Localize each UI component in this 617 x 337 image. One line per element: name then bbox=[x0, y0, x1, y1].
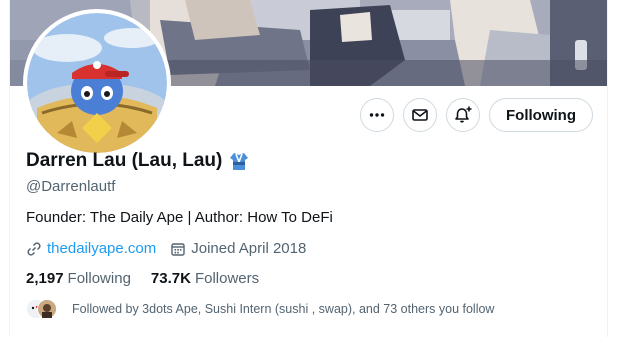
mutual-avatar bbox=[37, 299, 57, 319]
website-link[interactable]: thedailyape.com bbox=[47, 240, 156, 257]
profile-bio: Founder: The Daily Ape | Author: How To … bbox=[26, 209, 333, 226]
page: Following Darren Lau (Lau, Lau) @Darrenl… bbox=[0, 0, 617, 337]
display-name: Darren Lau (Lau, Lau) bbox=[26, 150, 223, 171]
following-button[interactable]: Following bbox=[489, 98, 593, 132]
follow-counts: 2,197 Following 73.7K Followers bbox=[26, 270, 279, 287]
link-icon bbox=[27, 241, 41, 256]
profile-handle: @Darrenlautf bbox=[26, 178, 116, 195]
name-row: Darren Lau (Lau, Lau) bbox=[26, 150, 250, 172]
more-button[interactable] bbox=[360, 98, 395, 132]
envelope-icon bbox=[412, 109, 428, 121]
avatar-illustration bbox=[27, 13, 167, 153]
bell-plus-icon bbox=[455, 106, 472, 123]
profile-actions: Following bbox=[360, 98, 593, 132]
website-item: thedailyape.com bbox=[26, 240, 156, 257]
profile-avatar[interactable] bbox=[23, 9, 171, 157]
profile-card: Following Darren Lau (Lau, Lau) @Darrenl… bbox=[9, 0, 608, 337]
calendar-icon bbox=[171, 242, 185, 256]
mutual-avatar-image bbox=[38, 300, 56, 318]
joined-item: Joined April 2018 bbox=[170, 240, 306, 257]
mutual-avatars bbox=[26, 299, 60, 319]
profile-meta: thedailyape.com Joined April 2018 bbox=[26, 240, 320, 257]
notifications-button[interactable] bbox=[446, 98, 481, 132]
following-count-link[interactable]: 2,197 Following bbox=[26, 270, 131, 287]
more-icon bbox=[369, 113, 385, 117]
following-label: Following bbox=[67, 270, 131, 287]
joined-date: Joined April 2018 bbox=[191, 240, 307, 257]
kimono-emoji bbox=[230, 153, 249, 170]
followed-by-text: Followed by 3dots Ape, Sushi Intern (sus… bbox=[72, 302, 495, 316]
following-count: 2,197 bbox=[26, 270, 64, 287]
followers-count-link[interactable]: 73.7K Followers bbox=[151, 270, 259, 287]
message-button[interactable] bbox=[403, 98, 438, 132]
followed-by-row[interactable]: Followed by 3dots Ape, Sushi Intern (sus… bbox=[26, 299, 494, 319]
followers-label: Followers bbox=[194, 270, 260, 287]
followers-count: 73.7K bbox=[150, 270, 191, 287]
